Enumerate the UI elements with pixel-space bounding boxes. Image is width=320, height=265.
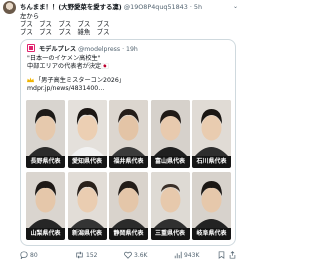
views-button[interactable]: 943K <box>174 250 199 262</box>
photo-tile[interactable]: 新潟県代表 <box>67 172 107 240</box>
crown-icon <box>27 77 34 82</box>
quoted-post-text: "日本一のイケメン高校生" 中部エリアの代表者が決定🇯🇵 「男子高生ミスターコン… <box>27 55 233 94</box>
heart-icon <box>124 251 132 259</box>
modelpress-logo-icon <box>27 44 35 52</box>
prefecture-label: 長野県代表 <box>26 156 65 168</box>
photo-tile[interactable]: 岐阜県代表 <box>192 172 231 240</box>
reply-count: 80 <box>30 252 38 259</box>
portrait-photo <box>109 100 148 156</box>
contest-name: 「男子高生ミスターコン2026」 <box>35 76 125 84</box>
display-name[interactable]: ちんまま！！(大野愛菜を愛する凜) <box>20 3 122 11</box>
view-count: 943K <box>184 252 200 259</box>
post-text: 左から ブス ブス ブス ブス ブス ブス ブス ブス 雑魚 ブス <box>20 12 236 37</box>
photo-tile[interactable]: 愛知県代表 <box>67 100 107 168</box>
post-text-line: ブス ブス ブス 雑魚 ブス <box>20 28 110 37</box>
quoted-post-card[interactable]: モデルプレス @modelpress · 19h "日本一のイケメン高校生" 中… <box>20 39 236 246</box>
views-icon <box>174 251 182 259</box>
quoted-text-line: 中部エリアの代表者が決定🇯🇵 <box>27 63 109 71</box>
prefecture-label: 愛知県代表 <box>67 156 107 168</box>
photo-tile[interactable]: 福井県代表 <box>109 100 148 168</box>
article-link[interactable]: mdpr.jp/news/4831400… <box>27 85 233 93</box>
reply-button[interactable]: 80 <box>20 250 38 262</box>
like-count: 3.6K <box>134 252 148 259</box>
quoted-post-header: モデルプレス @modelpress · 19h <box>27 44 231 54</box>
action-bar: 80 152 3.6K 943K <box>20 250 236 262</box>
post-header: ちんまま！！(大野愛菜を愛する凜) @19O8P4quq51843 · 5h <box>20 2 238 12</box>
repost-count: 152 <box>86 252 98 259</box>
portrait-photo <box>26 100 65 156</box>
reply-icon <box>20 251 28 260</box>
prefecture-label: 三重県代表 <box>150 228 190 240</box>
photo-tile[interactable]: 山梨県代表 <box>26 172 65 240</box>
handle-and-time[interactable]: @19O8P4quq51843 · 5h <box>124 3 202 11</box>
photo-grid[interactable]: 長野県代表 愛知県代表 福井県代表 富山県代表 石川県代表 山梨県代表 新潟県代… <box>26 100 231 240</box>
prefecture-label: 岐阜県代表 <box>192 228 231 240</box>
quoted-handle-and-time: @modelpress · 19h <box>78 46 138 53</box>
portrait-photo <box>150 172 190 228</box>
portrait-photo <box>26 172 65 228</box>
photo-tile[interactable]: 静岡県代表 <box>109 172 148 240</box>
like-button[interactable]: 3.6K <box>124 250 147 262</box>
quoted-contest-line: 「男子高生ミスターコン2026」 <box>27 77 233 85</box>
prefecture-label: 福井県代表 <box>109 156 148 168</box>
portrait-photo <box>109 172 148 228</box>
prefecture-label: 山梨県代表 <box>26 228 65 240</box>
more-options-icon[interactable]: ⌄ <box>233 2 238 12</box>
prefecture-label: 静岡県代表 <box>109 228 148 240</box>
photo-tile[interactable]: 三重県代表 <box>150 172 190 240</box>
portrait-photo <box>192 172 231 228</box>
portrait-photo <box>192 100 231 156</box>
bookmark-button[interactable] <box>218 250 227 262</box>
repost-icon <box>76 251 83 259</box>
prefecture-label: 新潟県代表 <box>67 228 107 240</box>
photo-tile[interactable]: 長野県代表 <box>26 100 65 168</box>
quoted-display-name[interactable]: モデルプレス <box>39 46 76 53</box>
post[interactable]: ちんまま！！(大野愛菜を愛する凜) @19O8P4quq51843 · 5h ⌄… <box>0 0 240 265</box>
photo-tile[interactable]: 富山県代表 <box>150 100 190 168</box>
photo-tile[interactable]: 石川県代表 <box>192 100 231 168</box>
avatar[interactable] <box>3 1 16 14</box>
share-icon <box>229 251 236 259</box>
portrait-photo <box>67 172 107 228</box>
prefecture-label: 石川県代表 <box>192 156 231 168</box>
repost-button[interactable]: 152 <box>75 250 97 262</box>
portrait-photo <box>150 100 190 156</box>
portrait-photo <box>67 100 107 156</box>
bookmark-icon <box>218 251 225 259</box>
prefecture-label: 富山県代表 <box>150 156 190 168</box>
post-text-line: 左から <box>20 12 40 20</box>
share-button[interactable] <box>229 250 238 262</box>
